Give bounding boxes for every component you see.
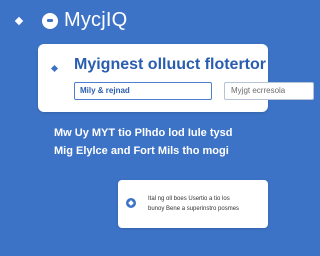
notice-text: Ital ng oll boes Usertio a tio los bunoy…: [148, 194, 266, 214]
main-card: Myignest olluuct flotertor Mily & rejnad…: [38, 44, 314, 112]
notice-line: Ital ng oll boes Usertio a tio los: [148, 196, 230, 202]
secondary-input[interactable]: Myjgt ecrresola: [224, 82, 314, 100]
description-text: Mw Uy MYT tio Plhdo lod Iule tysd Mig El…: [54, 124, 264, 160]
notice-card[interactable]: Ital ng oll boes Usertio a tio los bunoy…: [118, 180, 268, 228]
card-bullet-icon: [50, 64, 59, 73]
logo-icon: [42, 13, 58, 29]
info-icon: [126, 198, 136, 208]
card-title: Myignest olluuct flotertor: [74, 56, 266, 73]
app-title: MycjIQ: [64, 9, 128, 31]
menu-diamond-icon[interactable]: [14, 16, 24, 26]
notice-line: bunoy Bene a superinstro posmes: [148, 206, 240, 212]
primary-input[interactable]: Mily & rejnad: [74, 82, 212, 100]
top-bar: MycjIQ: [0, 0, 256, 40]
description-line: Mw Uy MYT tio Plhdo lod Iule tysd: [54, 127, 233, 139]
description-line: Mig Elylce and Fort Mils tho mogi: [54, 145, 229, 157]
